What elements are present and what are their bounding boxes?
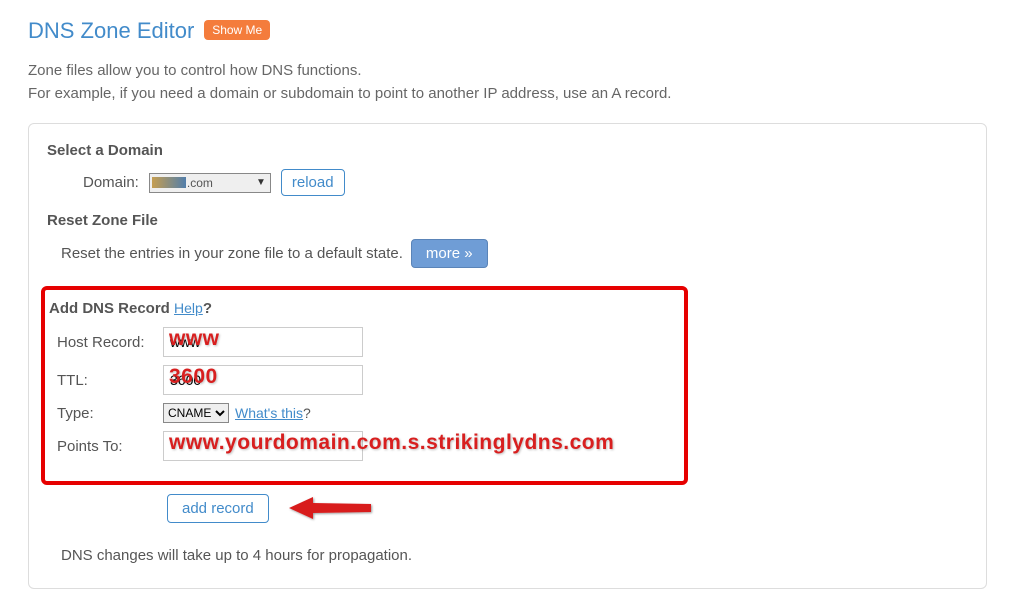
propagation-footnote: DNS changes will take up to 4 hours for …: [61, 547, 968, 564]
page-title: DNS Zone Editor: [28, 18, 194, 44]
intro-line-2: For example, if you need a domain or sub…: [28, 83, 987, 106]
type-label: Type:: [57, 405, 163, 422]
add-record-title-text: Add DNS Record: [49, 300, 170, 317]
domain-label: Domain:: [83, 174, 139, 191]
more-button[interactable]: more »: [411, 239, 488, 268]
select-domain-title: Select a Domain: [47, 142, 968, 159]
arrow-annotation-icon: [285, 493, 375, 523]
domain-blurred-name: [152, 177, 186, 188]
domain-select[interactable]: .com ▼: [149, 173, 271, 193]
ttl-input[interactable]: [163, 365, 363, 395]
whats-this-link[interactable]: What's this: [235, 405, 303, 421]
type-select[interactable]: CNAME: [163, 403, 229, 423]
ttl-label: TTL:: [57, 372, 163, 389]
chevron-down-icon: ▼: [256, 177, 266, 188]
add-dns-record-highlight: Add DNS Record Help? Host Record: www TT…: [41, 286, 688, 485]
domain-suffix: .com: [187, 176, 213, 190]
show-me-button[interactable]: Show Me: [204, 20, 270, 40]
host-record-input[interactable]: [163, 327, 363, 357]
intro-line-1: Zone files allow you to control how DNS …: [28, 60, 987, 83]
reset-zone-title: Reset Zone File: [47, 212, 968, 229]
whats-this-q: ?: [303, 405, 311, 421]
intro-text: Zone files allow you to control how DNS …: [28, 60, 987, 105]
reload-button[interactable]: reload: [281, 169, 345, 196]
add-record-button[interactable]: add record: [167, 494, 269, 523]
points-to-input[interactable]: [163, 431, 363, 461]
host-record-label: Host Record:: [57, 334, 163, 351]
add-dns-record-title: Add DNS Record Help?: [49, 300, 676, 317]
points-to-label: Points To:: [57, 438, 163, 455]
dns-panel: Select a Domain Domain: .com ▼ reload Re…: [28, 123, 987, 589]
help-q: ?: [203, 300, 212, 317]
help-link[interactable]: Help: [174, 300, 203, 316]
reset-zone-text: Reset the entries in your zone file to a…: [61, 245, 403, 262]
